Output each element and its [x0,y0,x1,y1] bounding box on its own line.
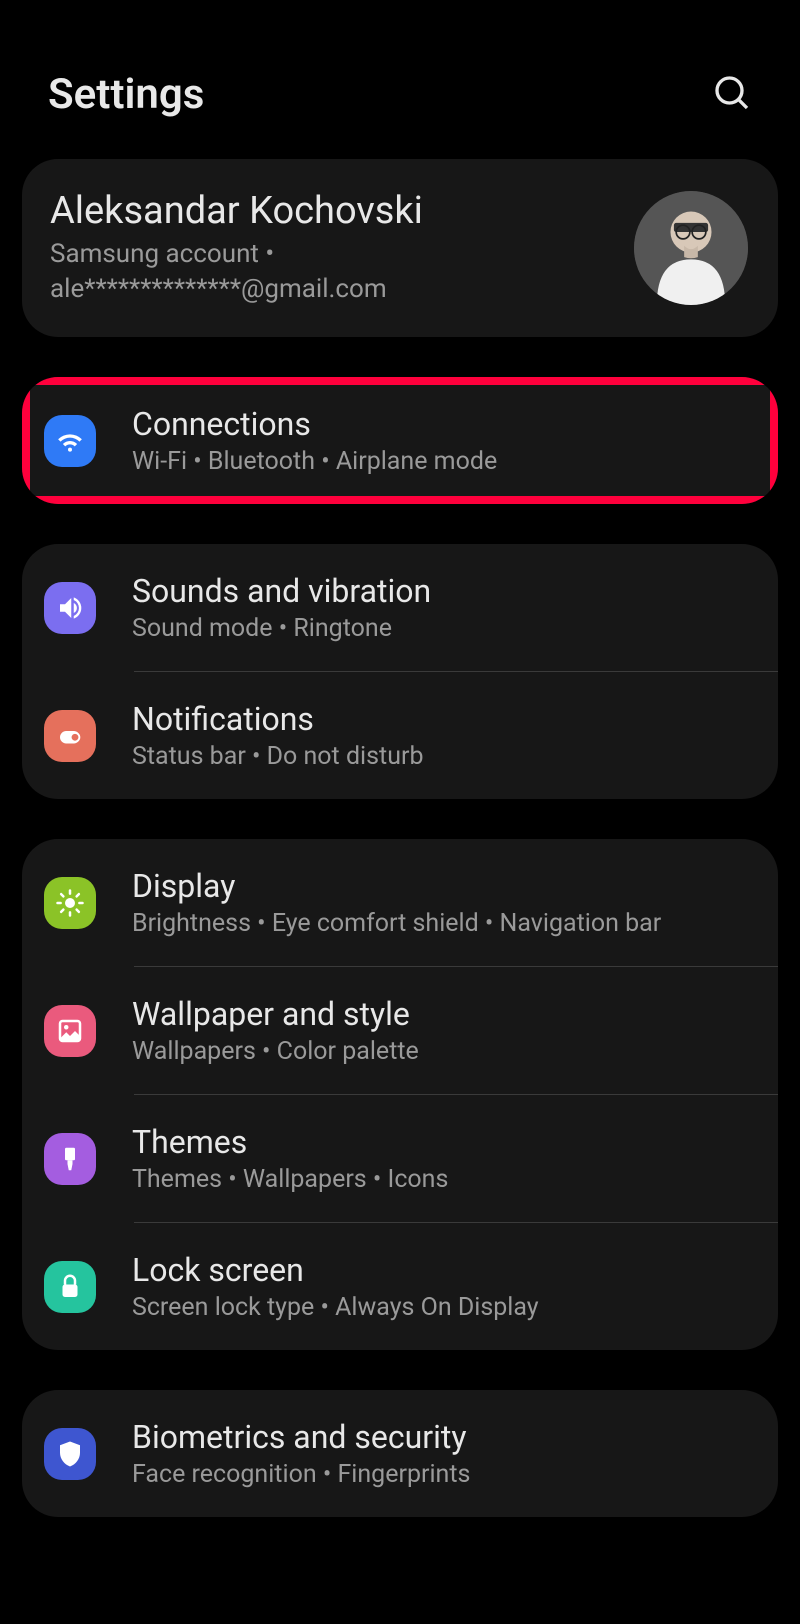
row-subtitle: Brightness • Eye comfort shield • Naviga… [132,909,758,938]
row-text: Wallpaper and style Wallpapers • Color p… [132,995,758,1066]
settings-group: Biometrics and security Face recognition… [22,1390,778,1517]
account-subtitle: Samsung account • ale**************@gmai… [50,237,616,307]
row-subtitle: Screen lock type • Always On Display [132,1293,758,1322]
search-button[interactable] [712,73,752,117]
settings-row-themes[interactable]: Themes Themes • Wallpapers • Icons [22,1095,778,1222]
row-title: Biometrics and security [132,1418,758,1456]
account-text: Aleksandar Kochovski Samsung account • a… [50,189,616,307]
settings-row-connections[interactable]: Connections Wi-Fi • Bluetooth • Airplane… [22,377,778,504]
row-subtitle: Wi-Fi • Bluetooth • Airplane mode [132,447,758,476]
account-card[interactable]: Aleksandar Kochovski Samsung account • a… [22,159,778,337]
header: Settings [0,0,800,159]
avatar [634,191,748,305]
row-title: Display [132,867,758,905]
row-subtitle: Themes • Wallpapers • Icons [132,1165,758,1194]
row-subtitle: Sound mode • Ringtone [132,614,758,643]
sound-icon [44,582,96,634]
search-icon [712,73,752,113]
page-title: Settings [48,70,204,119]
settings-row-display[interactable]: Display Brightness • Eye comfort shield … [22,839,778,966]
avatar-icon [634,191,748,305]
row-subtitle: Face recognition • Fingerprints [132,1460,758,1489]
settings-row-wallpaper[interactable]: Wallpaper and style Wallpapers • Color p… [22,967,778,1094]
settings-row-lockscreen[interactable]: Lock screen Screen lock type • Always On… [22,1223,778,1350]
bell-icon [44,710,96,762]
account-row[interactable]: Aleksandar Kochovski Samsung account • a… [22,159,778,337]
brush-icon [44,1133,96,1185]
row-text: Themes Themes • Wallpapers • Icons [132,1123,758,1194]
settings-group: Connections Wi-Fi • Bluetooth • Airplane… [22,377,778,504]
row-title: Themes [132,1123,758,1161]
settings-row-notifications[interactable]: Notifications Status bar • Do not distur… [22,672,778,799]
row-title: Notifications [132,700,758,738]
row-text: Biometrics and security Face recognition… [132,1418,758,1489]
row-text: Display Brightness • Eye comfort shield … [132,867,758,938]
settings-row-sounds[interactable]: Sounds and vibration Sound mode • Ringto… [22,544,778,671]
row-text: Sounds and vibration Sound mode • Ringto… [132,572,758,643]
row-title: Sounds and vibration [132,572,758,610]
row-subtitle: Wallpapers • Color palette [132,1037,758,1066]
wifi-icon [44,415,96,467]
row-text: Lock screen Screen lock type • Always On… [132,1251,758,1322]
row-text: Connections Wi-Fi • Bluetooth • Airplane… [132,405,758,476]
image-icon [44,1005,96,1057]
sun-icon [44,877,96,929]
settings-row-biometrics[interactable]: Biometrics and security Face recognition… [22,1390,778,1517]
account-name: Aleksandar Kochovski [50,189,616,233]
row-text: Notifications Status bar • Do not distur… [132,700,758,771]
row-subtitle: Status bar • Do not disturb [132,742,758,771]
row-title: Connections [132,405,758,443]
settings-group: Sounds and vibration Sound mode • Ringto… [22,544,778,799]
shield-icon [44,1428,96,1480]
settings-group: Display Brightness • Eye comfort shield … [22,839,778,1350]
row-title: Wallpaper and style [132,995,758,1033]
lock-icon [44,1261,96,1313]
row-title: Lock screen [132,1251,758,1289]
